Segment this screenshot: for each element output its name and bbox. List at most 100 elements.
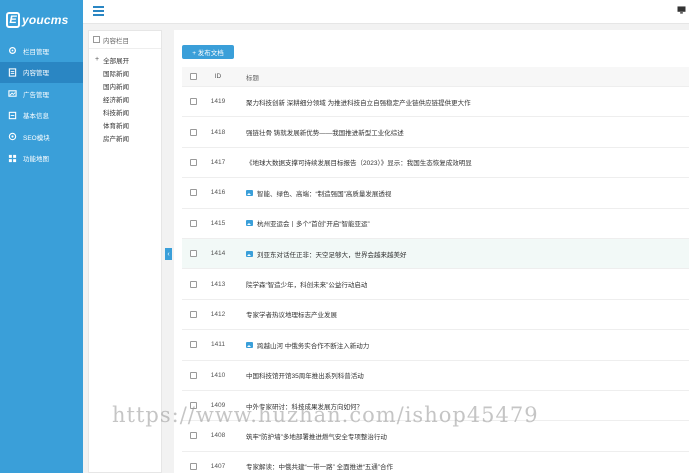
row-title-cell: 聚力科技创新 深耕细分领域 为推进科技自立自强稳定产业链供应链提供更大作 xyxy=(232,97,689,107)
picture-icon xyxy=(8,89,17,98)
row-id: 1416 xyxy=(210,189,226,197)
row-title-cell: 强链壮骨 铸就发展新优势——我国推进新型工业化综述 xyxy=(232,127,689,137)
menu-toggle-icon[interactable] xyxy=(93,6,104,16)
sidebar-item-label: 基本信息 xyxy=(23,113,49,121)
row-title-cell: 中外专家研讨：科技成果发展方向如何？ xyxy=(232,401,689,411)
logo-text: youcms xyxy=(22,13,69,27)
row-title[interactable]: 《地球大数据支撑可持续发展目标报告（2023）》显示：我国生态恢复成效明显 xyxy=(246,157,472,167)
row-checkbox[interactable] xyxy=(189,219,197,227)
table-row[interactable]: 1408 筑牢“防护墙”多地部署推进燃气安全专项整治行动 xyxy=(182,421,689,452)
logo-mark: E xyxy=(6,12,20,28)
table-row[interactable]: 1409 中外专家研讨：科技成果发展方向如何？ xyxy=(182,391,689,422)
row-checkbox[interactable] xyxy=(189,250,197,258)
sidebar-item-basic-info[interactable]: 基本信息 xyxy=(0,105,83,127)
folder-icon xyxy=(93,36,100,43)
row-id: 1407 xyxy=(210,462,226,470)
row-title[interactable]: 院学森“智造少年，科创未来”公益行动启动 xyxy=(246,279,367,289)
image-icon xyxy=(246,341,253,348)
image-icon xyxy=(246,189,253,196)
tree-item[interactable]: 体育新闻 xyxy=(89,118,161,131)
collapse-tree-button[interactable]: ‹ xyxy=(165,248,172,260)
column-header-id: ID xyxy=(214,73,222,80)
logo[interactable]: E youcms xyxy=(0,0,83,40)
row-title-cell: 杭州亚运会丨多个“首创”开启“智能亚运” xyxy=(232,218,689,228)
row-title-cell: 专家学者热议地理标志产业发展 xyxy=(232,309,689,319)
tree-item[interactable]: 国际新闻 xyxy=(89,66,161,79)
row-title-cell: 跨越山河 中俄务实合作不断注入新动力 xyxy=(232,340,689,350)
expand-icon[interactable]: + xyxy=(95,56,99,63)
table-row[interactable]: 1412 专家学者热议地理标志产业发展 xyxy=(182,300,689,331)
row-title[interactable]: 强链壮骨 铸就发展新优势——我国推进新型工业化综述 xyxy=(246,127,404,137)
row-title[interactable]: 聚力科技创新 深耕细分领域 为推进科技自立自强稳定产业链供应链提供更大作 xyxy=(246,97,471,107)
table-row[interactable]: 1416 智能、绿色、高端：“制造强国”高质量发展透视 xyxy=(182,178,689,209)
sidebar-item-columns[interactable]: 栏目管理 xyxy=(0,40,83,62)
table-row[interactable]: 1414 刘亚东对话任正非：天空足够大，世界会越来越美好 xyxy=(182,238,689,270)
row-id: 1413 xyxy=(210,280,226,288)
tree-root-label: 全部展开 xyxy=(103,57,130,65)
row-id: 1410 xyxy=(210,371,226,379)
select-all-checkbox[interactable] xyxy=(189,73,197,80)
row-checkbox[interactable] xyxy=(189,189,197,197)
table-row[interactable]: 1419 聚力科技创新 深耕细分领域 为推进科技自立自强稳定产业链供应链提供更大作 xyxy=(182,87,689,118)
row-title[interactable]: 刘亚东对话任正非：天空足够大，世界会越来越美好 xyxy=(257,249,407,259)
row-title[interactable]: 杭州亚运会丨多个“首创”开启“智能亚运” xyxy=(257,218,370,228)
row-title-cell: 专家解读：中俄共建“一带一路” 全面推进“五通”合作 xyxy=(232,461,689,471)
row-checkbox[interactable] xyxy=(189,280,197,288)
row-checkbox[interactable] xyxy=(189,402,197,410)
row-checkbox[interactable] xyxy=(189,341,197,349)
row-checkbox[interactable] xyxy=(189,158,197,166)
row-checkbox[interactable] xyxy=(189,310,197,318)
sidebar-item-label: SEO模块 xyxy=(23,134,50,142)
tree-item[interactable]: 经济新闻 xyxy=(89,92,161,105)
table-row[interactable]: 1411 跨越山河 中俄务实合作不断注入新动力 xyxy=(182,330,689,361)
article-table: ID 标题 1419 聚力科技创新 深耕细分领域 为推进科技自立自强稳定产业链供应… xyxy=(182,67,689,473)
row-title[interactable]: 专家解读：中俄共建“一带一路” 全面推进“五通”合作 xyxy=(246,461,393,471)
sidebar-item-sitemap[interactable]: 功能地图 xyxy=(0,148,83,170)
document-icon xyxy=(8,68,17,77)
row-checkbox[interactable] xyxy=(189,432,197,440)
row-title[interactable]: 专家学者热议地理标志产业发展 xyxy=(246,309,337,319)
sidebar-item-label: 内容管理 xyxy=(23,70,49,78)
sidebar-item-ads[interactable]: 广告管理 xyxy=(0,83,83,105)
tree-header-label: 内容栏目 xyxy=(103,37,129,45)
publish-document-button[interactable]: + 发布文档 xyxy=(182,45,234,59)
tree-item[interactable]: 房产新闻 xyxy=(89,131,161,144)
table-row[interactable]: 1418 强链壮骨 铸就发展新优势——我国推进新型工业化综述 xyxy=(182,117,689,148)
tree-header: 内容栏目 xyxy=(89,31,161,49)
row-title-cell: 筑牢“防护墙”多地部署推进燃气安全专项整治行动 xyxy=(232,431,689,441)
row-title[interactable]: 筑牢“防护墙”多地部署推进燃气安全专项整治行动 xyxy=(246,431,387,441)
row-checkbox[interactable] xyxy=(189,462,197,470)
tree-item[interactable]: 国内新闻 xyxy=(89,79,161,92)
row-checkbox[interactable] xyxy=(189,128,197,136)
table-row[interactable]: 1413 院学森“智造少年，科创未来”公益行动启动 xyxy=(182,269,689,300)
table-row[interactable]: 1410 中国科技馆开馆35周年推出系列科普活动 xyxy=(182,361,689,391)
row-title[interactable]: 中外专家研讨：科技成果发展方向如何？ xyxy=(246,401,363,411)
content-panel: + 发布文档 ID 标题 1419 聚力科技创新 深耕细分领域 为推进科技自立自强… xyxy=(174,30,689,473)
row-checkbox[interactable] xyxy=(189,98,197,106)
row-title[interactable]: 中国科技馆开馆35周年推出系列科普活动 xyxy=(246,370,364,380)
row-title[interactable]: 跨越山河 中俄务实合作不断注入新动力 xyxy=(257,340,369,350)
table-row[interactable]: 1417 《地球大数据支撑可持续发展目标报告（2023）》显示：我国生态恢复成效明… xyxy=(182,148,689,179)
table-row[interactable]: 1415 杭州亚运会丨多个“首创”开启“智能亚运” xyxy=(182,209,689,239)
category-tree: 内容栏目 + 全部展开 国际新闻 国内新闻 经济新闻 科技新闻 体育新闻 房产新… xyxy=(88,30,162,473)
row-id: 1417 xyxy=(210,158,226,166)
column-header-title: 标题 xyxy=(246,74,259,82)
row-title-cell: 院学森“智造少年，科创未来”公益行动启动 xyxy=(232,279,689,289)
topbar xyxy=(83,0,689,24)
image-icon xyxy=(246,220,253,227)
map-icon xyxy=(8,154,17,163)
row-title[interactable]: 智能、绿色、高端：“制造强国”高质量发展透视 xyxy=(257,188,391,198)
sidebar-item-content[interactable]: 内容管理 xyxy=(0,61,83,83)
monitor-icon[interactable] xyxy=(677,6,686,14)
row-checkbox[interactable] xyxy=(189,371,197,379)
sidebar-item-seo[interactable]: SEO模块 xyxy=(0,126,83,148)
row-id: 1411 xyxy=(211,341,225,349)
row-id: 1418 xyxy=(210,128,226,136)
tree-root[interactable]: + 全部展开 xyxy=(89,53,161,66)
image-icon xyxy=(246,250,253,257)
info-icon xyxy=(8,111,17,120)
row-title-cell: 智能、绿色、高端：“制造强国”高质量发展透视 xyxy=(232,188,689,198)
table-row[interactable]: 1407 专家解读：中俄共建“一带一路” 全面推进“五通”合作 xyxy=(182,452,689,473)
tree-item[interactable]: 科技新闻 xyxy=(89,105,161,118)
row-title-cell: 《地球大数据支撑可持续发展目标报告（2023）》显示：我国生态恢复成效明显 xyxy=(232,157,689,167)
